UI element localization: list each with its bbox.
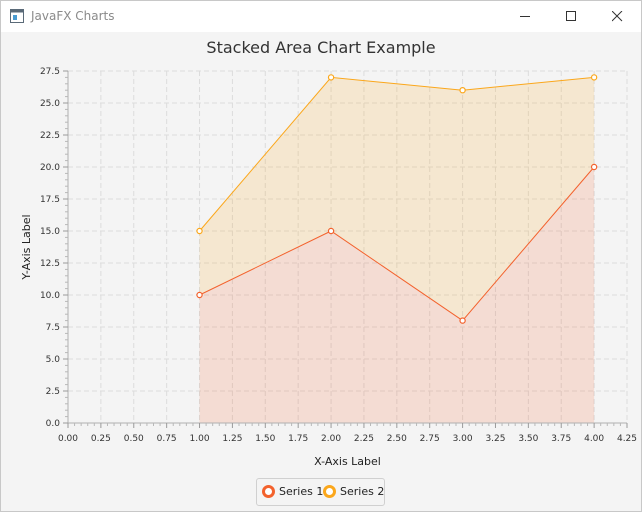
data-point-series-1 <box>459 317 466 324</box>
data-point-series-2 <box>459 86 466 94</box>
legend-symbol-series-2 <box>323 485 336 498</box>
legend-label-series-2: Series 2 <box>340 485 385 498</box>
x-tick-label: 2.00 <box>321 434 341 444</box>
x-tick-label: 0.50 <box>124 434 144 444</box>
x-tick-label: 0.00 <box>58 434 78 444</box>
x-tick-label: 3.50 <box>518 434 538 444</box>
y-tick-label: 25.0 <box>40 99 60 109</box>
x-tick-label: 1.75 <box>288 434 308 444</box>
y-tick-label: 2.5 <box>46 387 60 397</box>
x-tick-label: 3.25 <box>485 434 505 444</box>
data-point-series-2 <box>196 227 203 235</box>
data-point-series-1 <box>196 291 203 299</box>
data-point-series-2 <box>327 74 335 81</box>
data-point-series-1 <box>327 227 335 235</box>
y-tick-label: 17.5 <box>40 195 60 205</box>
y-tick-label: 27.5 <box>40 67 60 77</box>
x-tick-label: 2.75 <box>420 434 440 444</box>
legend-item-series-2[interactable]: Series 2 <box>323 485 384 499</box>
x-tick-label: 2.50 <box>387 434 407 444</box>
y-tick-label: 5.0 <box>46 355 61 365</box>
x-tick-label: 4.25 <box>617 434 637 444</box>
y-tick-label: 12.5 <box>40 259 60 269</box>
y-tick-label: 0.0 <box>46 419 61 429</box>
x-tick-label: 4.00 <box>584 434 604 444</box>
x-tick-label: 0.75 <box>157 434 177 444</box>
y-axis-label: Y-Axis Label <box>20 214 33 280</box>
x-tick-label: 3.00 <box>453 434 473 444</box>
x-axis-label: X-Axis Label <box>314 455 381 468</box>
y-tick-label: 20.0 <box>40 163 60 173</box>
chart-legend: Series 1 Series 2 <box>256 478 385 506</box>
y-tick-label: 10.0 <box>40 291 60 301</box>
data-point-series-1 <box>590 163 598 171</box>
x-tick-label: 3.75 <box>551 434 571 444</box>
x-tick-label: 2.25 <box>354 434 374 444</box>
y-tick-label: 22.5 <box>40 131 60 141</box>
x-tick-label: 1.00 <box>190 434 210 444</box>
legend-item-series-1[interactable]: Series 1 <box>262 485 323 499</box>
legend-symbol-series-1 <box>262 485 275 498</box>
y-tick-label: 7.5 <box>46 323 60 333</box>
app-window: JavaFX Charts Stacked Area Chart Example… <box>0 0 642 512</box>
x-tick-label: 0.25 <box>91 434 111 444</box>
data-point-series-2 <box>590 74 598 81</box>
chart-area: 0.00 0.25 0.50 0.75 1.00 1.25 1.50 1.75 2.00 2.25… <box>20 67 637 468</box>
x-tick-label: 1.50 <box>255 434 275 444</box>
y-tick-label: 15.0 <box>40 227 60 237</box>
legend-label-series-1: Series 1 <box>279 485 324 498</box>
x-tick-label: 1.25 <box>222 434 242 444</box>
